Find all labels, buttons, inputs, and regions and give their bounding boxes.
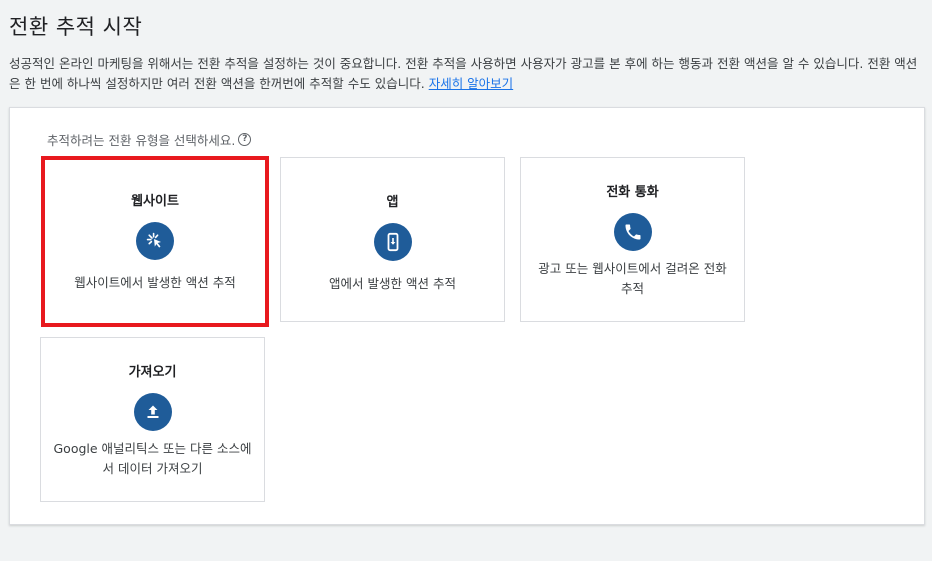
card-app-title: 앱 [386, 195, 399, 210]
card-website[interactable]: 웹사이트 웹사이트에서 발생한 액션 추적 [41, 156, 269, 327]
phone-download-icon [373, 223, 412, 261]
phone-call-icon [613, 213, 652, 251]
help-icon[interactable]: ? [238, 133, 252, 146]
card-app-desc: 앱에서 발생한 액션 추적 [329, 276, 456, 291]
card-call-title: 전화 통화 [606, 185, 659, 200]
intro-text: 성공적인 온라인 마케팅을 위해서는 전환 추적을 설정하는 것이 중요합니다.… [9, 54, 924, 94]
cursor-click-icon [136, 222, 174, 260]
upload-icon [133, 393, 172, 431]
card-website-title: 웹사이트 [131, 194, 179, 209]
card-app[interactable]: 앱 앱에서 발생한 액션 추적 [280, 157, 505, 322]
card-phone-call[interactable]: 전화 통화 광고 또는 웹사이트에서 걸려온 전화 추적 [520, 157, 745, 322]
prompt-label: 추적하려는 전환 유형을 선택하세요. [47, 133, 236, 148]
card-import[interactable]: 가져오기 Google 애널리틱스 또는 다른 소스에서 데이터 가져오기 [40, 337, 265, 502]
learn-more-link[interactable]: 자세히 알아보기 [429, 76, 513, 91]
card-import-desc: Google 애널리틱스 또는 다른 소스에서 데이터 가져오기 [53, 441, 252, 476]
conversion-type-panel: 추적하려는 전환 유형을 선택하세요. ? 웹사이트 웹사이트에서 발생한 액션… [9, 107, 925, 525]
page-title: 전환 추적 시작 [9, 15, 143, 39]
card-import-title: 가져오기 [128, 365, 177, 380]
card-website-desc: 웹사이트에서 발생한 액션 추적 [74, 275, 236, 290]
conversion-type-prompt: 추적하려는 전환 유형을 선택하세요. ? [47, 130, 252, 149]
card-call-desc: 광고 또는 웹사이트에서 걸려온 전화 추적 [538, 261, 727, 296]
